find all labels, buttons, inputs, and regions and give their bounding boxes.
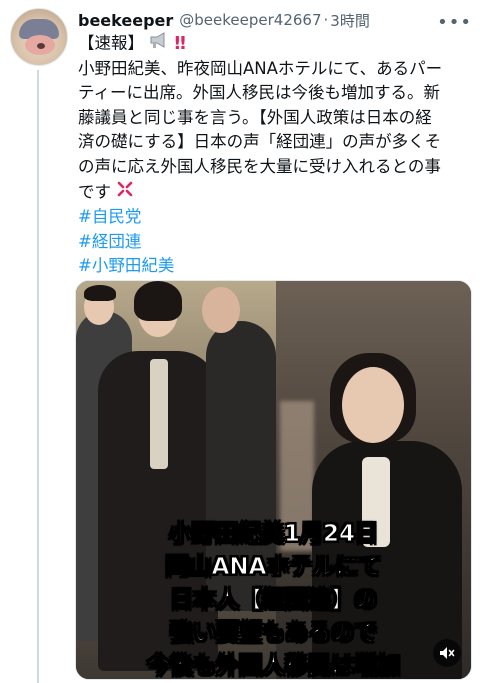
avatar[interactable] xyxy=(10,8,68,66)
tweet-line-7: です xyxy=(78,180,468,206)
video-media[interactable]: 小野田紀美1月24日 岡山ANAホテルにて 日本人【経団連】の 強い要望もあるの… xyxy=(75,280,472,680)
hashtag-onoda-kimi[interactable]: #小野田紀美 xyxy=(78,254,468,279)
more-horizontal-icon[interactable]: ••• xyxy=(437,12,472,33)
tweet-line-1: 【速報】 ‼ xyxy=(78,31,468,57)
video-caption-overlay: 小野田紀美1月24日 岡山ANAホテルにて 日本人【経団連】の 強い要望もあるの… xyxy=(76,518,471,680)
caption-line-1: 小野田紀美1月24日 xyxy=(168,521,378,548)
megaphone-icon xyxy=(149,31,169,57)
caption-line-4: 強い要望もあるので xyxy=(170,620,378,647)
hashtag-jiminto[interactable]: #自民党 xyxy=(78,205,468,230)
tweet-line-6: の声に応え外国人移民を大量に受け入れるとの事 xyxy=(78,156,441,176)
tweet-line-3: ティーに出席。外国人移民は今後も増加する。新 xyxy=(78,83,441,103)
tweet-text: 【速報】 ‼ 小野田紀美、昨夜岡山ANAホテルにて、あるパー ティーに出席。外国… xyxy=(78,31,468,279)
timestamp[interactable]: 3時間 xyxy=(330,10,370,31)
caption-line-5: 今後も外国人移民は増加 xyxy=(147,653,401,680)
volume-muted-icon[interactable] xyxy=(433,639,461,667)
anger-symbol-icon xyxy=(116,180,134,206)
thread-line xyxy=(37,70,39,683)
separator-dot: · xyxy=(323,11,329,29)
tweet-header: beekeeper @beekeeper42667 · 3時間 xyxy=(78,8,470,32)
caption-line-2: 岡山ANAホテルにて xyxy=(165,554,382,581)
caption-line-3: 日本人【経団連】の xyxy=(170,587,378,614)
tweet-line-2: 小野田紀美、昨夜岡山ANAホテルにて、あるパー xyxy=(78,58,443,78)
double-exclamation-icon: ‼ xyxy=(174,32,186,54)
display-name[interactable]: beekeeper xyxy=(78,11,173,30)
tweet-line-5: 済の礎にする】日本の声「経団連」の声が多くそ xyxy=(78,132,442,152)
hashtag-keidanren[interactable]: #経団連 xyxy=(78,230,468,255)
user-handle[interactable]: @beekeeper42667 xyxy=(179,11,321,29)
tweet-line-4: 藤議員と同じ事を言う。【外国人政策は日本の経 xyxy=(78,107,432,127)
